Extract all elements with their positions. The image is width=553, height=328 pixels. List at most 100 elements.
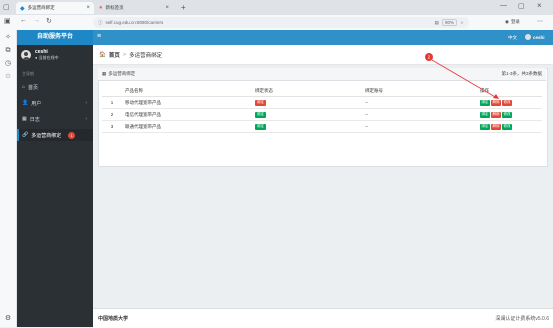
- ops-cell: 绑定 解绑 修改: [477, 120, 542, 133]
- ops-cell: 绑定 解绑 修改: [477, 96, 542, 109]
- breadcrumb-current: 多运营商绑定: [129, 52, 163, 59]
- menu-toggle-icon[interactable]: ≡: [97, 33, 101, 40]
- copilot-icon[interactable]: ✧: [3, 33, 13, 43]
- reader-icon[interactable]: ▤: [435, 20, 439, 26]
- sidebar-item-users[interactable]: 👤 用户 ‹: [17, 97, 93, 109]
- unbind-button[interactable]: 解绑: [491, 99, 501, 106]
- collections-icon[interactable]: ⧉: [3, 46, 13, 56]
- sidebar-item-home[interactable]: ⌂ 首页: [17, 81, 93, 93]
- topbar-user-name: ceshi: [533, 34, 545, 40]
- bind-button[interactable]: 绑定: [480, 123, 490, 130]
- footer-version: 深澜认证计费系统v5.0.6: [495, 316, 549, 322]
- edit-button[interactable]: 修改: [502, 99, 512, 106]
- table-row: 3 联通代理宽带产品 绑定 -- 绑定 解绑 修改: [102, 120, 542, 133]
- row-index: 2: [102, 108, 122, 121]
- column-header: [102, 85, 122, 97]
- app-title: 自助服务平台: [17, 30, 93, 45]
- column-header: 绑定状态: [252, 85, 362, 97]
- star-icon[interactable]: ☆: [460, 20, 464, 26]
- ops-cell: 绑定 解绑 修改: [477, 108, 542, 121]
- window-menu-icon[interactable]: ▢: [3, 3, 10, 11]
- minimize-icon[interactable]: —: [500, 2, 507, 9]
- account-cell: --: [362, 108, 477, 121]
- user-panel: ceshi ● 当前在线中: [21, 49, 59, 61]
- panel-title: 多运营商绑定: [108, 71, 136, 76]
- zoom-level[interactable]: 90%: [441, 19, 457, 26]
- log-icon: ▦: [22, 116, 27, 122]
- site-info-icon[interactable]: ⓘ: [98, 20, 103, 26]
- sidebar-item-label: 日志: [29, 116, 40, 123]
- tab-title: 新标签页: [105, 5, 124, 10]
- footer-org: 中国地质大学: [98, 316, 129, 322]
- tab-favicon-icon: ◆: [20, 5, 25, 12]
- language-switch[interactable]: 中文: [508, 35, 517, 41]
- browser-tab-active[interactable]: ◆ 多运营商绑定 ×: [16, 2, 94, 14]
- app-topbar: [93, 30, 553, 45]
- avatar: [21, 50, 31, 60]
- profile-icon: ◉: [505, 19, 509, 24]
- tab-title: 多运营商绑定: [27, 5, 55, 10]
- status-cell: 绑定: [252, 96, 362, 109]
- column-header: 绑定账号: [362, 85, 477, 97]
- status-badge: 绑定: [255, 123, 266, 130]
- link-icon: 🔗: [22, 132, 29, 138]
- history-icon[interactable]: ◷: [3, 59, 13, 69]
- avatar: [525, 34, 531, 40]
- topbar-user-menu[interactable]: ceshi: [525, 34, 545, 40]
- chevron-left-icon: ‹: [85, 100, 87, 106]
- sidebar-toggle-icon[interactable]: ▣: [4, 17, 11, 25]
- column-header: 操作: [477, 85, 542, 97]
- url-text: self.cug.edu.cn:8080/carriers: [105, 20, 164, 25]
- login-label: 登录: [510, 19, 520, 24]
- status-badge: 绑定: [255, 99, 266, 106]
- chevron-left-icon: ‹: [85, 116, 87, 122]
- product-name: 电信代理宽带产品: [122, 108, 252, 121]
- new-tab-button[interactable]: +: [181, 3, 186, 12]
- product-name: 联通代理宽带产品: [122, 120, 252, 133]
- user-status: ● 当前在线中: [35, 55, 59, 60]
- sidebar-item-label: 多运营商绑定: [31, 132, 62, 139]
- status-cell: 绑定: [252, 108, 362, 121]
- unbind-button[interactable]: 解绑: [491, 123, 501, 130]
- edit-button[interactable]: 修改: [502, 111, 512, 118]
- sidebar-section-label: 主导航: [22, 71, 34, 76]
- row-index: 3: [102, 120, 122, 133]
- footer: [93, 308, 553, 328]
- address-bar[interactable]: ⓘ self.cug.edu.cn:8080/carriers ▤ 90% ☆: [93, 17, 469, 28]
- panel-header: ▦ 多运营商绑定 第1-3条，共3条数据: [98, 68, 546, 81]
- breadcrumb-separator: >: [122, 51, 127, 58]
- row-index: 1: [102, 96, 122, 109]
- user-icon: 👤: [22, 100, 29, 106]
- browser-tab-new[interactable]: ● 新标签页 ×: [95, 2, 173, 14]
- back-icon[interactable]: ←: [20, 17, 27, 24]
- account-cell: --: [362, 96, 477, 109]
- sidebar-item-logs[interactable]: ▦ 日志 ‹: [17, 113, 93, 125]
- settings-icon[interactable]: ⚙: [3, 314, 13, 324]
- bind-button[interactable]: 绑定: [480, 111, 490, 118]
- sidebar-item-label: 首页: [28, 84, 39, 91]
- carrier-table: 产品名称 绑定状态 绑定账号 操作 1 移动代理宽带产品 绑定 -- 绑定 解绑…: [102, 85, 542, 133]
- unbind-button[interactable]: 解绑: [491, 111, 501, 118]
- grid-icon: ▦: [102, 71, 107, 76]
- tab-favicon-icon: ●: [99, 5, 103, 11]
- edit-button[interactable]: 修改: [502, 123, 512, 130]
- login-button[interactable]: ◉ 登录: [505, 19, 520, 25]
- reload-icon[interactable]: ↻: [46, 17, 52, 25]
- breadcrumb-home[interactable]: 首页: [109, 51, 120, 59]
- close-tab-icon[interactable]: ×: [86, 5, 90, 11]
- table-row: 1 移动代理宽带产品 绑定 -- 绑定 解绑 修改: [102, 96, 542, 109]
- home-icon: 🏠: [99, 51, 106, 58]
- close-tab-icon[interactable]: ×: [165, 5, 169, 11]
- breadcrumb: 🏠 首页 > 多运营商绑定: [93, 45, 553, 65]
- status-badge: 绑定: [255, 111, 266, 118]
- sidebar-item-carrier-binding[interactable]: 🔗 多运营商绑定 1: [17, 129, 93, 141]
- bind-button[interactable]: 绑定: [480, 99, 490, 106]
- more-menu-icon[interactable]: ⋯: [537, 18, 543, 25]
- forward-icon[interactable]: →: [33, 17, 40, 24]
- close-window-icon[interactable]: ×: [537, 1, 542, 10]
- favorites-icon[interactable]: ☆: [3, 72, 13, 82]
- status-cell: 绑定: [252, 120, 362, 133]
- sidebar-item-label: 用户: [31, 100, 42, 107]
- record-count: 第1-3条，共3条数据: [501, 71, 542, 76]
- maximize-icon[interactable]: ▢: [518, 2, 525, 10]
